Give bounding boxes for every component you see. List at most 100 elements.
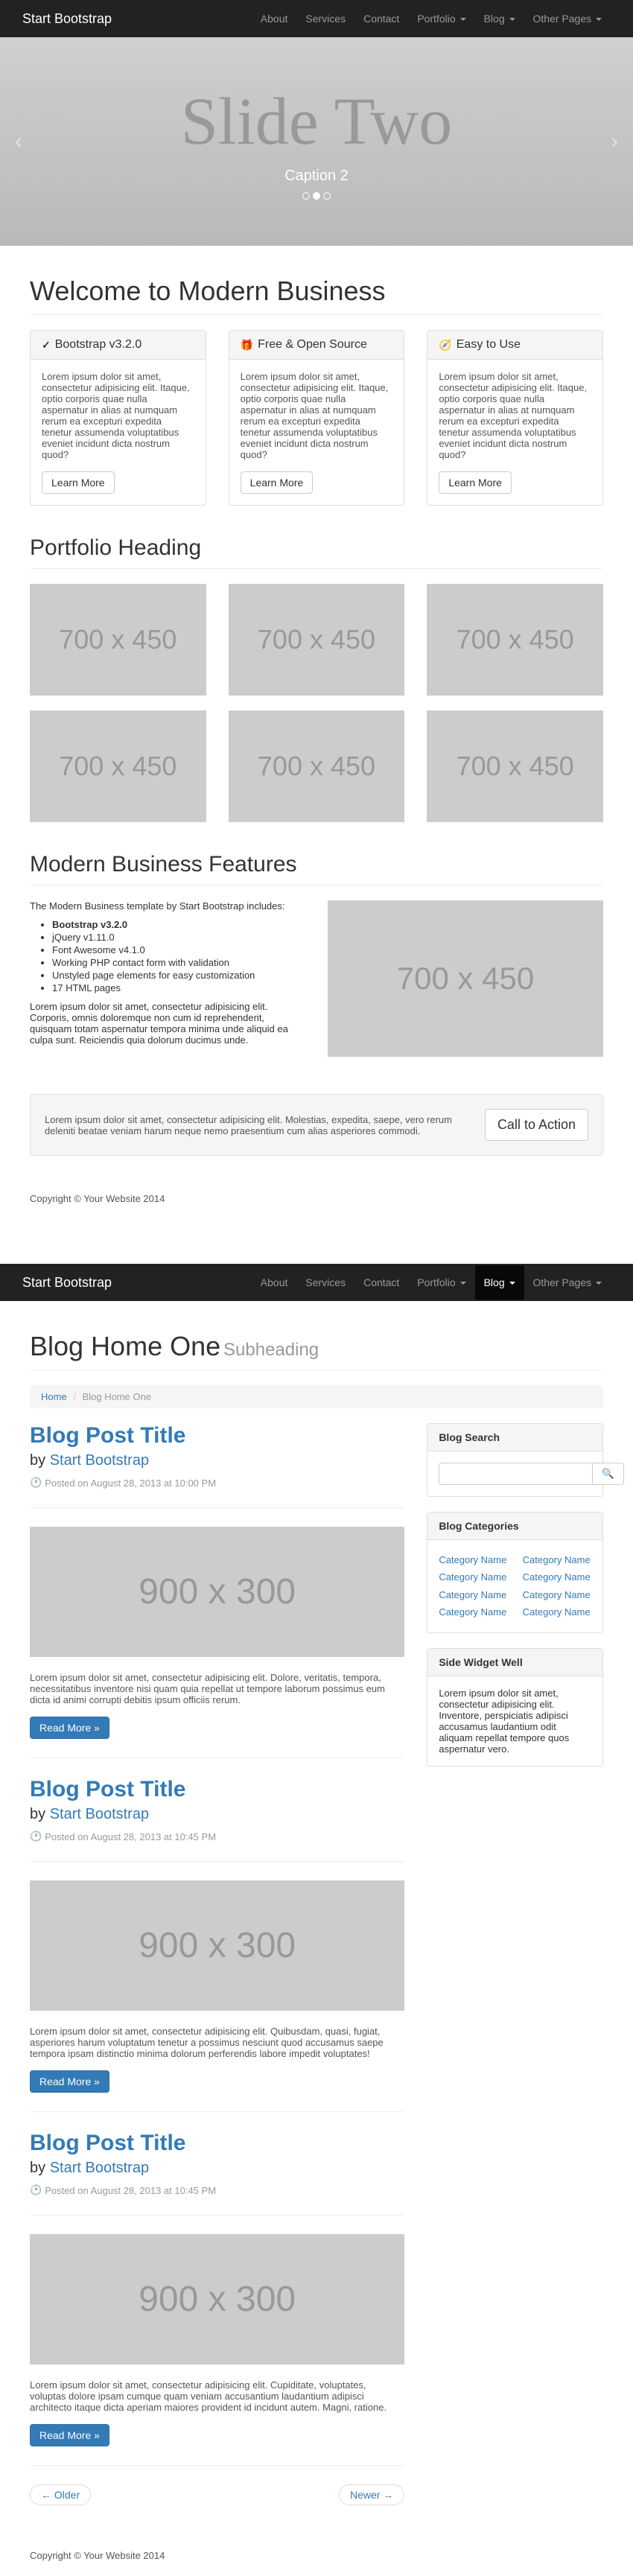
nav-blog[interactable]: Blog	[475, 1265, 524, 1300]
nav-services[interactable]: Services	[296, 1, 354, 36]
nav-portfolio[interactable]: Portfolio	[408, 1, 474, 36]
nav-contact[interactable]: Contact	[354, 1265, 408, 1300]
panel-text: Lorem ipsum dolor sit amet, consectetur …	[241, 371, 393, 460]
navbar-brand[interactable]: Start Bootstrap	[22, 11, 112, 27]
breadcrumb-current: Blog Home One	[83, 1391, 152, 1402]
carousel-prev[interactable]: ‹	[15, 129, 22, 154]
panel-title: Easy to Use	[457, 338, 521, 352]
portfolio-item[interactable]: 700 x 450	[427, 710, 603, 822]
pager: ← Older Newer →	[30, 2484, 404, 2505]
category-link[interactable]: Category Name	[523, 1571, 591, 1583]
slide-title: Slide Two	[181, 83, 453, 160]
categories-panel: Blog Categories Category Name Category N…	[427, 1512, 603, 1633]
post-title-link[interactable]: Blog Post Title	[30, 1423, 185, 1448]
read-more-button[interactable]: Read More »	[30, 1717, 109, 1739]
search-heading: Blog Search	[427, 1424, 602, 1451]
list-item: 17 HTML pages	[52, 982, 305, 993]
learn-more-button[interactable]: Learn More	[241, 471, 314, 494]
navbar-brand[interactable]: Start Bootstrap	[22, 1275, 112, 1291]
footer: Copyright © Your Website 2014	[30, 2535, 603, 2576]
indicator-3[interactable]	[323, 192, 331, 200]
caret-icon	[596, 1282, 602, 1285]
panel-text: Lorem ipsum dolor sit amet, consectetur …	[42, 371, 194, 460]
category-link[interactable]: Category Name	[439, 1571, 506, 1583]
list-item: Working PHP contact form with validation	[52, 957, 305, 968]
post-date: Posted on August 28, 2013 at 10:45 PM	[45, 2185, 216, 2196]
list-item: Unstyled page elements for easy customiz…	[52, 970, 305, 981]
navbar-nav: About Services Contact Portfolio Blog Ot…	[252, 1, 611, 36]
post-author-link[interactable]: Start Bootstrap	[50, 1452, 149, 1469]
search-button[interactable]	[593, 1463, 624, 1485]
portfolio-item[interactable]: 700 x 450	[229, 584, 405, 696]
portfolio-item[interactable]: 700 x 450	[30, 584, 206, 696]
breadcrumb-home[interactable]: Home	[41, 1391, 67, 1402]
category-link[interactable]: Category Name	[523, 1589, 591, 1600]
cta-button[interactable]: Call to Action	[485, 1109, 588, 1141]
post-excerpt: Lorem ipsum dolor sit amet, consectetur …	[30, 2026, 404, 2059]
read-more-button[interactable]: Read More »	[30, 2424, 109, 2446]
search-panel: Blog Search	[427, 1423, 603, 1497]
clock-icon	[30, 1477, 42, 1489]
pager-newer[interactable]: Newer →	[339, 2484, 404, 2505]
category-link[interactable]: Category Name	[523, 1554, 591, 1565]
nav-other[interactable]: Other Pages	[524, 1, 611, 36]
by-label: by	[30, 2160, 45, 2176]
carousel-indicators	[302, 192, 331, 200]
post-author-link[interactable]: Start Bootstrap	[50, 1806, 149, 1822]
nav-contact[interactable]: Contact	[354, 1, 408, 36]
carousel-next[interactable]: ›	[611, 129, 618, 154]
breadcrumb: Home / Blog Home One	[30, 1385, 603, 1408]
post-excerpt: Lorem ipsum dolor sit amet, consectetur …	[30, 1672, 404, 1705]
nav-about[interactable]: About	[252, 1, 297, 36]
post-title-link[interactable]: Blog Post Title	[30, 2131, 185, 2155]
search-input[interactable]	[439, 1463, 593, 1485]
panel-text: Lorem ipsum dolor sit amet, consectetur …	[439, 371, 591, 460]
features-list: Bootstrap v3.2.0 jQuery v1.11.0 Font Awe…	[30, 919, 305, 993]
post-image[interactable]: 900 x 300	[30, 1880, 404, 2011]
read-more-button[interactable]: Read More »	[30, 2070, 109, 2093]
pager-older[interactable]: ← Older	[30, 2484, 91, 2505]
learn-more-button[interactable]: Learn More	[42, 471, 115, 494]
clock-icon	[30, 1831, 42, 1842]
panels-row: Bootstrap v3.2.0 Lorem ipsum dolor sit a…	[19, 330, 614, 521]
nav-about[interactable]: About	[252, 1265, 297, 1300]
indicator-2[interactable]	[313, 192, 320, 200]
features-para: Lorem ipsum dolor sit amet, consectetur …	[30, 1001, 305, 1046]
category-link[interactable]: Category Name	[439, 1606, 506, 1618]
portfolio-item[interactable]: 700 x 450	[427, 584, 603, 696]
post-image[interactable]: 900 x 300	[30, 2234, 404, 2364]
indicator-1[interactable]	[302, 192, 310, 200]
page-header: Blog Home One Subheading	[30, 1316, 603, 1370]
nav-other[interactable]: Other Pages	[524, 1265, 611, 1300]
nav-blog[interactable]: Blog	[475, 1, 524, 36]
category-link[interactable]: Category Name	[523, 1606, 591, 1618]
post-title-link[interactable]: Blog Post Title	[30, 1777, 185, 1801]
nav-services[interactable]: Services	[296, 1265, 354, 1300]
portfolio-item[interactable]: 700 x 450	[30, 710, 206, 822]
clock-icon	[30, 2184, 42, 2196]
widget-panel: Side Widget Well Lorem ipsum dolor sit a…	[427, 1648, 603, 1766]
post-author-link[interactable]: Start Bootstrap	[50, 2160, 149, 2176]
welcome-heading: Welcome to Modern Business	[30, 276, 386, 306]
blog-sidebar: Blog Search Blog Categories Category Nam…	[416, 1423, 614, 2535]
category-link[interactable]: Category Name	[439, 1554, 506, 1565]
post-date: Posted on August 28, 2013 at 10:00 PM	[45, 1478, 216, 1489]
compass-icon	[439, 339, 451, 352]
panel-title: Free & Open Source	[258, 338, 367, 352]
caret-icon	[460, 1282, 466, 1285]
caret-icon	[509, 1282, 515, 1285]
post-image[interactable]: 900 x 300	[30, 1527, 404, 1657]
learn-more-button[interactable]: Learn More	[439, 471, 512, 494]
panel-easy: Easy to Use Lorem ipsum dolor sit amet, …	[427, 330, 603, 506]
categories-heading: Blog Categories	[427, 1513, 602, 1540]
category-link[interactable]: Category Name	[439, 1589, 506, 1600]
portfolio-item[interactable]: 700 x 450	[229, 710, 405, 822]
navbar: Start Bootstrap About Services Contact P…	[0, 0, 633, 37]
cta-well: Lorem ipsum dolor sit amet, consectetur …	[30, 1094, 603, 1156]
widget-heading: Side Widget Well	[427, 1649, 602, 1676]
gift-icon	[241, 339, 253, 352]
nav-portfolio[interactable]: Portfolio	[408, 1265, 474, 1300]
caret-icon	[509, 18, 515, 21]
features-heading: Modern Business Features	[30, 837, 603, 885]
search-icon	[602, 1468, 614, 1479]
